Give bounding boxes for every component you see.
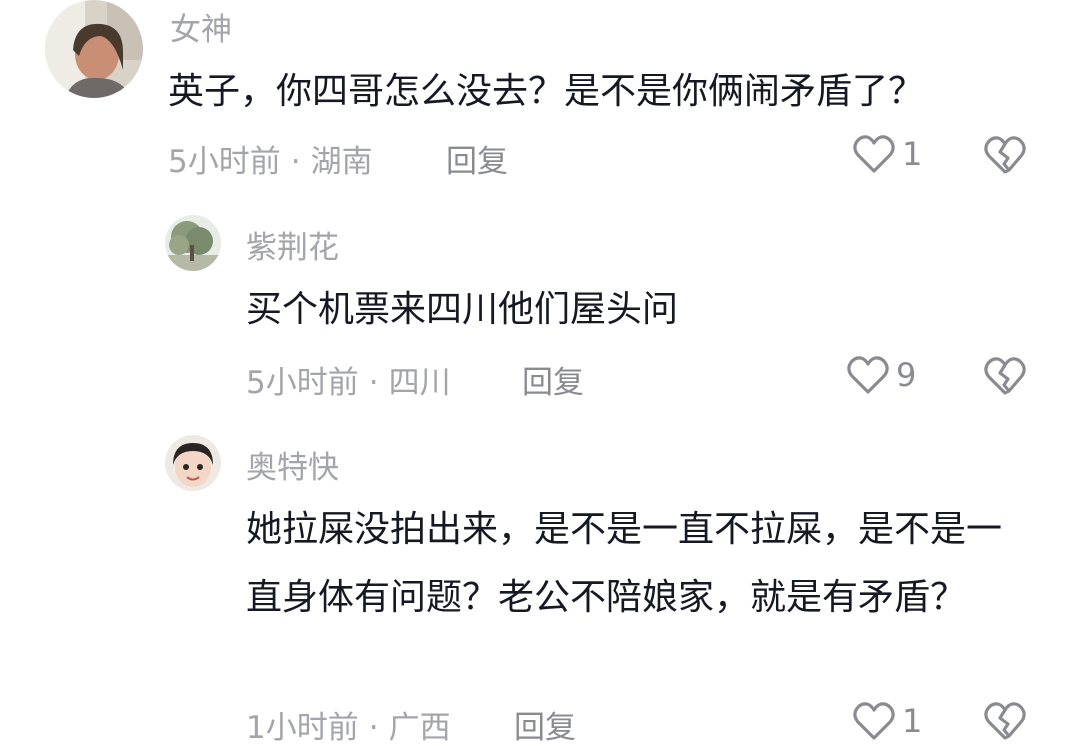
heart-outline-icon <box>846 354 890 396</box>
reply-button[interactable]: 回复 <box>446 136 508 181</box>
dislike-button[interactable] <box>983 355 1027 401</box>
broken-heart-icon <box>983 357 1027 401</box>
dislike-button[interactable] <box>983 134 1027 180</box>
timestamp: 5小时前 <box>168 144 281 180</box>
avatar[interactable] <box>45 0 143 98</box>
like-button[interactable]: 1 <box>852 700 922 742</box>
like-count: 1 <box>902 702 923 740</box>
comment-meta: 5小时前 · 四川 <box>246 357 451 402</box>
dislike-button[interactable] <box>983 700 1027 746</box>
like-button[interactable]: 1 <box>852 133 922 175</box>
separator: · <box>290 144 301 180</box>
location: 四川 <box>388 365 451 401</box>
location: 广西 <box>388 710 451 746</box>
heart-outline-icon <box>852 700 896 742</box>
username[interactable]: 紫荆花 <box>246 222 339 267</box>
heart-outline-icon <box>852 133 896 175</box>
comment-text: 买个机票来四川他们屋头问 <box>246 289 679 330</box>
comment-meta: 5小时前 · 湖南 <box>168 136 373 181</box>
separator: · <box>368 710 379 746</box>
comment-text: 她拉屎没拍出来，是不是一直不拉屎，是不是一直身体有问题？老公不陪娘家，就是有矛盾… <box>246 509 1003 618</box>
comment-text: 英子，你四哥怎么没去？是不是你俩闹矛盾了？ <box>168 71 925 112</box>
location: 湖南 <box>310 144 373 180</box>
username[interactable]: 奥特快 <box>246 442 339 487</box>
username[interactable]: 女神 <box>170 4 232 49</box>
timestamp: 1小时前 <box>246 710 359 746</box>
reply-button[interactable]: 回复 <box>514 702 576 747</box>
separator: · <box>368 365 379 401</box>
avatar[interactable] <box>165 435 221 491</box>
reply-button[interactable]: 回复 <box>522 357 584 402</box>
like-count: 1 <box>902 135 923 173</box>
comment-meta: 1小时前 · 广西 <box>246 702 451 747</box>
timestamp: 5小时前 <box>246 365 359 401</box>
like-button[interactable]: 9 <box>846 354 916 396</box>
avatar[interactable] <box>165 215 221 271</box>
broken-heart-icon <box>983 136 1027 180</box>
broken-heart-icon <box>983 702 1027 746</box>
like-count: 9 <box>896 356 917 394</box>
